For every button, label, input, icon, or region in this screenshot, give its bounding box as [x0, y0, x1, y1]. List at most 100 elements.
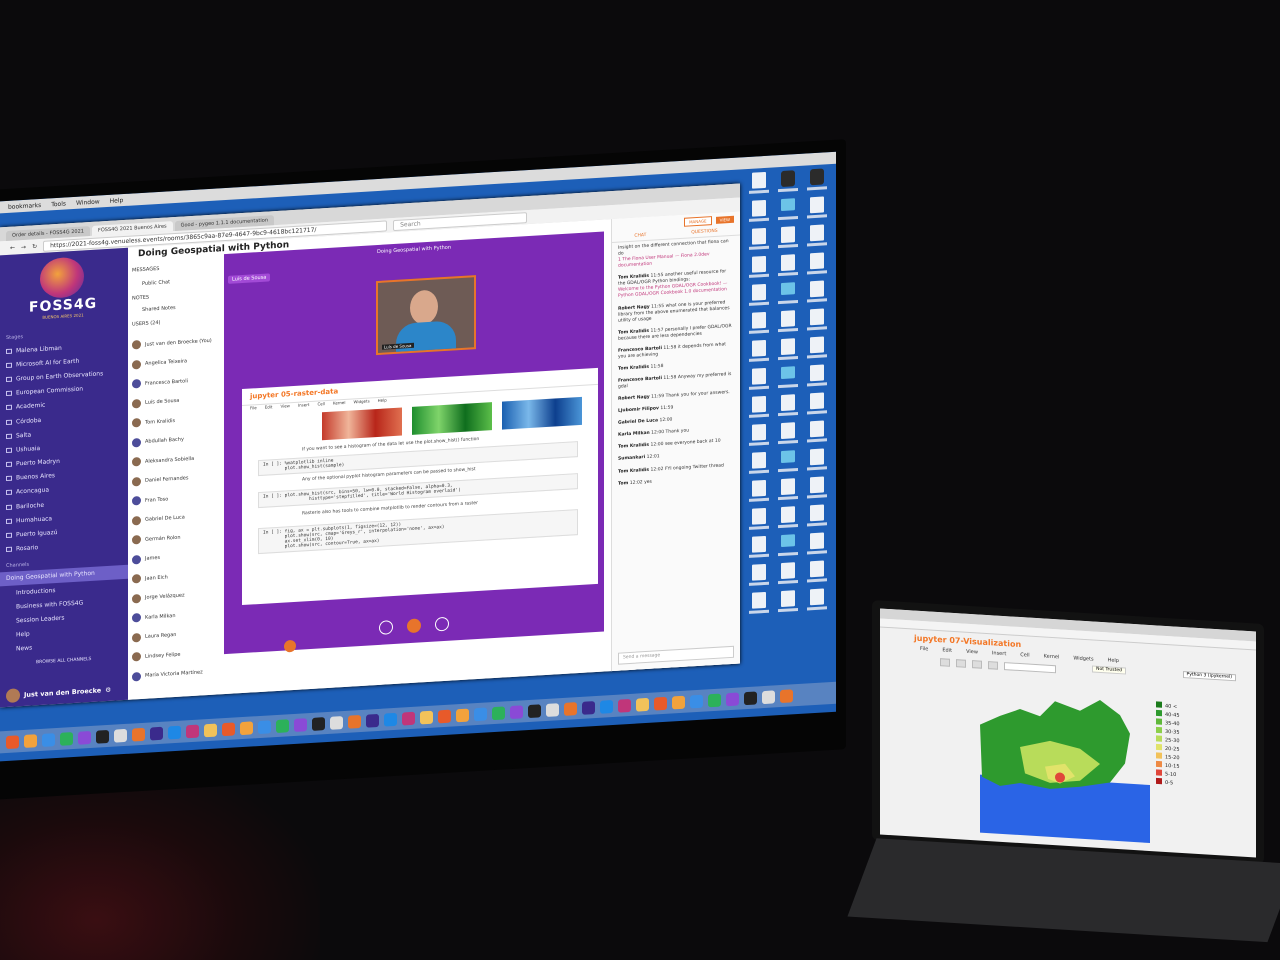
desktop-file-icon[interactable]: [781, 478, 795, 496]
desktop-file-icon[interactable]: [752, 423, 766, 441]
desktop-file-icon[interactable]: [781, 506, 795, 524]
desktop-file-icon[interactable]: [781, 282, 795, 296]
menubar-item[interactable]: Window: [76, 198, 100, 206]
dock-app-icon[interactable]: [762, 689, 775, 704]
save-icon[interactable]: [940, 658, 950, 667]
jupyter-menu-item[interactable]: Kernel: [333, 400, 346, 409]
dock-app-icon[interactable]: [204, 723, 217, 737]
dock-app-icon[interactable]: [654, 696, 667, 711]
desktop-file-icon[interactable]: [752, 255, 766, 273]
dock-app-icon[interactable]: [276, 718, 289, 733]
desktop-file-icon[interactable]: [752, 171, 766, 189]
run-icon[interactable]: [988, 661, 998, 670]
dock-app-icon[interactable]: [708, 693, 721, 707]
dock-app-icon[interactable]: [780, 688, 793, 703]
dock-app-icon[interactable]: [186, 724, 199, 738]
reload-icon[interactable]: ↻: [32, 243, 37, 250]
desktop-file-icon[interactable]: [810, 196, 824, 214]
desktop-file-icon[interactable]: [752, 227, 766, 245]
menubar-item[interactable]: Help: [110, 197, 124, 205]
menubar-item[interactable]: bookmarks: [8, 201, 41, 210]
desktop-file-icon[interactable]: [810, 280, 824, 298]
add-cell-icon[interactable]: [956, 659, 966, 668]
desktop-file-icon[interactable]: [781, 226, 795, 244]
dock-app-icon[interactable]: [6, 734, 19, 749]
jupyter-menu-item[interactable]: Help: [378, 397, 387, 406]
desktop-file-icon[interactable]: [752, 395, 766, 413]
laptop-menu-item[interactable]: Cell: [1020, 652, 1029, 663]
dock-app-icon[interactable]: [114, 728, 127, 743]
desktop-file-icon[interactable]: [752, 591, 766, 609]
dock-app-icon[interactable]: [132, 727, 145, 742]
dock-app-icon[interactable]: [384, 712, 397, 727]
desktop-file-icon[interactable]: [810, 364, 824, 382]
jupyter-menu-item[interactable]: Widgets: [354, 398, 370, 407]
dock-app-icon[interactable]: [438, 709, 451, 723]
laptop-menu-item[interactable]: Edit: [942, 647, 952, 658]
dock-app-icon[interactable]: [600, 699, 613, 714]
dock-app-icon[interactable]: [546, 702, 559, 717]
desktop-file-icon[interactable]: [810, 504, 824, 522]
dock-app-icon[interactable]: [96, 729, 109, 744]
dock-app-icon[interactable]: [582, 700, 595, 715]
dock-app-icon[interactable]: [510, 704, 523, 719]
dock-app-icon[interactable]: [60, 731, 73, 746]
dock-app-icon[interactable]: [528, 703, 541, 718]
dock-app-icon[interactable]: [726, 692, 739, 706]
desktop-file-icon[interactable]: [810, 476, 824, 494]
current-user[interactable]: Just van den Broecke ⚙: [6, 683, 111, 704]
jupyter-menu-item[interactable]: Cell: [317, 401, 324, 409]
microphone-icon[interactable]: [379, 620, 393, 635]
desktop-file-icon[interactable]: [781, 422, 795, 440]
desktop-file-icon[interactable]: [810, 336, 824, 354]
dock-app-icon[interactable]: [492, 705, 505, 720]
dock-app-icon[interactable]: [312, 716, 325, 731]
desktop-file-icon[interactable]: [752, 199, 766, 217]
dock-app-icon[interactable]: [42, 732, 55, 747]
chat-input[interactable]: Send a message: [618, 645, 734, 665]
desktop-file-icon[interactable]: [752, 311, 766, 329]
cut-icon[interactable]: [972, 660, 982, 669]
jupyter-menu-item[interactable]: Edit: [265, 404, 273, 412]
dock-app-icon[interactable]: [222, 721, 235, 736]
dock-app-icon[interactable]: [402, 711, 415, 726]
desktop-file-icon[interactable]: [810, 308, 824, 326]
desktop-file-icon[interactable]: [781, 170, 795, 188]
jupyter-menu-item[interactable]: File: [250, 405, 257, 413]
desktop-file-icon[interactable]: [810, 252, 824, 270]
forward-icon[interactable]: →: [21, 243, 26, 250]
dock-app-icon[interactable]: [366, 713, 379, 728]
tab-questions[interactable]: QUESTIONS: [691, 229, 717, 236]
desktop-file-icon[interactable]: [752, 339, 766, 357]
desktop-file-icon[interactable]: [810, 448, 824, 466]
dock-app-icon[interactable]: [690, 694, 703, 708]
dock-app-icon[interactable]: [24, 733, 37, 748]
jupyter-menu-item[interactable]: View: [280, 403, 290, 412]
desktop-file-icon[interactable]: [752, 451, 766, 469]
desktop-file-icon[interactable]: [781, 310, 795, 328]
dock-app-icon[interactable]: [258, 719, 271, 734]
desktop-file-icon[interactable]: [752, 535, 766, 553]
desktop-file-icon[interactable]: [752, 479, 766, 497]
desktop-file-icon[interactable]: [810, 588, 824, 606]
dock-app-icon[interactable]: [420, 710, 433, 724]
laptop-menu-item[interactable]: File: [920, 646, 928, 657]
dock-app-icon[interactable]: [564, 701, 577, 716]
desktop-file-icon[interactable]: [781, 562, 795, 580]
laptop-menu-item[interactable]: Kernel: [1044, 653, 1060, 664]
view-button[interactable]: VIEW: [715, 215, 734, 224]
desktop-file-icon[interactable]: [781, 366, 795, 380]
add-reaction-button[interactable]: [284, 639, 296, 653]
desktop-file-icon[interactable]: [810, 392, 824, 410]
dock-app-icon[interactable]: [78, 730, 91, 745]
dock-app-icon[interactable]: [150, 726, 163, 740]
dock-app-icon[interactable]: [744, 690, 757, 705]
dock-app-icon[interactable]: [330, 715, 343, 730]
desktop-file-icon[interactable]: [810, 560, 824, 578]
screenshare-icon[interactable]: [435, 616, 449, 632]
dock-app-icon[interactable]: [348, 714, 361, 729]
back-icon[interactable]: ←: [10, 244, 15, 251]
desktop-file-icon[interactable]: [752, 367, 766, 385]
desktop-file-icon[interactable]: [781, 338, 795, 356]
desktop-file-icon[interactable]: [752, 507, 766, 525]
